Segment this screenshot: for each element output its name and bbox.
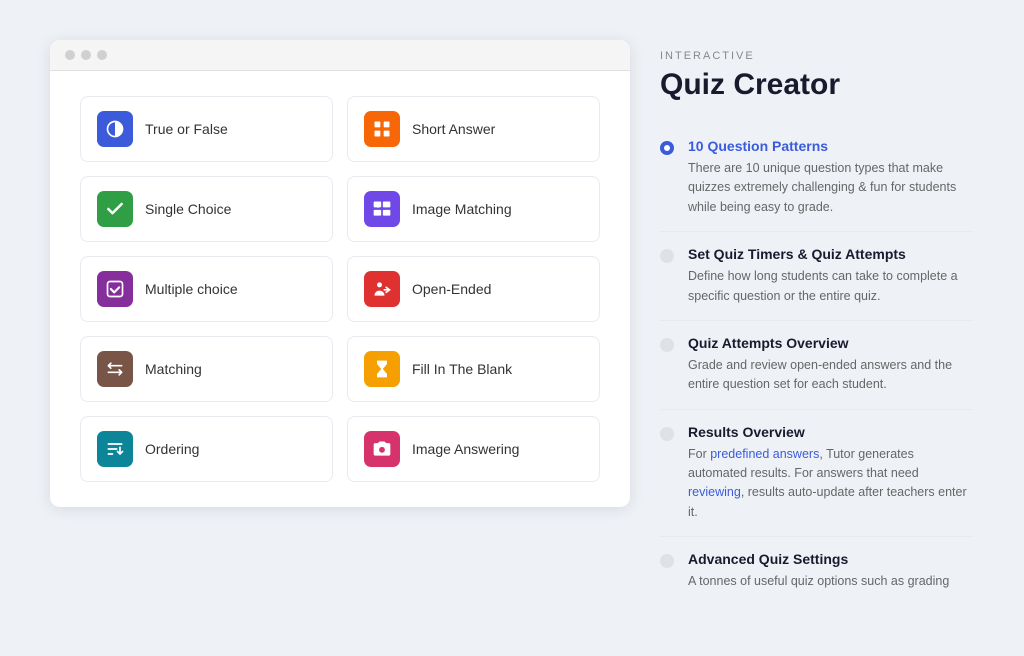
quiz-item-label-image-answering: Image Answering [412,441,519,457]
quiz-item-label-true-or-false: True or False [145,121,228,137]
quiz-item-fill-in-blank[interactable]: Fill In The Blank [347,336,600,402]
quiz-item-label-ordering: Ordering [145,441,199,457]
browser-dot-2 [81,50,91,60]
feature-heading-quiz-timers: Set Quiz Timers & Quiz Attempts [688,246,974,262]
quiz-icon-image-matching [364,191,400,227]
feature-heading-quiz-attempts-overview: Quiz Attempts Overview [688,335,974,351]
quiz-item-short-answer[interactable]: Short Answer [347,96,600,162]
feature-item-question-patterns[interactable]: 10 Question Patterns There are 10 unique… [660,124,974,232]
quiz-item-ordering[interactable]: Ordering [80,416,333,482]
browser-dot-3 [97,50,107,60]
feature-desc-question-patterns: There are 10 unique question types that … [688,159,974,217]
feature-dot-col [660,424,674,523]
feature-heading-results-overview: Results Overview [688,424,974,440]
quiz-icon-multiple-choice [97,271,133,307]
feature-content-advanced-quiz-settings: Advanced Quiz Settings A tonnes of usefu… [688,551,949,591]
quiz-item-label-single-choice: Single Choice [145,201,231,217]
feature-item-results-overview[interactable]: Results Overview For predefined answers,… [660,410,974,538]
quiz-icon-single-choice [97,191,133,227]
feature-content-quiz-timers: Set Quiz Timers & Quiz Attempts Define h… [688,246,974,306]
feature-dot-quiz-attempts-overview [660,338,674,352]
quiz-icon-image-answering [364,431,400,467]
quiz-icon-open-ended [364,271,400,307]
quiz-item-matching[interactable]: Matching [80,336,333,402]
info-panel: INTERACTIVE Quiz Creator 10 Question Pat… [660,40,974,616]
quiz-icon-short-answer [364,111,400,147]
feature-item-quiz-attempts-overview[interactable]: Quiz Attempts Overview Grade and review … [660,321,974,410]
quiz-item-single-choice[interactable]: Single Choice [80,176,333,242]
feature-desc-quiz-timers: Define how long students can take to com… [688,267,974,306]
feature-dot-quiz-timers [660,249,674,263]
quiz-icon-fill-in-blank [364,351,400,387]
quiz-item-image-matching[interactable]: Image Matching [347,176,600,242]
feature-list: 10 Question Patterns There are 10 unique… [660,124,974,606]
feature-dot-col [660,138,674,217]
browser-panel: True or False Short Answer Single Choice… [50,40,630,507]
feature-dot-advanced-quiz-settings [660,554,674,568]
quiz-icon-ordering [97,431,133,467]
feature-item-advanced-quiz-settings[interactable]: Advanced Quiz Settings A tonnes of usefu… [660,537,974,605]
feature-dot-question-patterns [660,141,674,155]
info-title: Quiz Creator [660,68,974,102]
feature-heading-advanced-quiz-settings: Advanced Quiz Settings [688,551,949,567]
feature-desc-quiz-attempts-overview: Grade and review open-ended answers and … [688,356,974,395]
quiz-item-label-fill-in-blank: Fill In The Blank [412,361,512,377]
feature-desc-advanced-quiz-settings: A tonnes of useful quiz options such as … [688,572,949,591]
quiz-item-image-answering[interactable]: Image Answering [347,416,600,482]
quiz-icon-true-or-false [97,111,133,147]
quiz-item-label-open-ended: Open-Ended [412,281,491,297]
quiz-icon-matching [97,351,133,387]
quiz-item-label-multiple-choice: Multiple choice [145,281,238,297]
quiz-grid: True or False Short Answer Single Choice… [50,71,630,507]
feature-content-results-overview: Results Overview For predefined answers,… [688,424,974,523]
browser-dot-1 [65,50,75,60]
feature-dot-col [660,246,674,306]
quiz-item-true-or-false[interactable]: True or False [80,96,333,162]
feature-content-quiz-attempts-overview: Quiz Attempts Overview Grade and review … [688,335,974,395]
quiz-item-label-matching: Matching [145,361,202,377]
page-container: True or False Short Answer Single Choice… [20,20,1004,636]
feature-dot-col [660,335,674,395]
feature-heading-question-patterns: 10 Question Patterns [688,138,974,154]
feature-content-question-patterns: 10 Question Patterns There are 10 unique… [688,138,974,217]
quiz-item-multiple-choice[interactable]: Multiple choice [80,256,333,322]
feature-dot-results-overview [660,427,674,441]
feature-desc-results-overview: For predefined answers, Tutor generates … [688,445,974,523]
feature-dot-col [660,551,674,591]
browser-bar [50,40,630,71]
quiz-item-open-ended[interactable]: Open-Ended [347,256,600,322]
quiz-item-label-short-answer: Short Answer [412,121,495,137]
info-label: INTERACTIVE [660,50,974,62]
quiz-item-label-image-matching: Image Matching [412,201,512,217]
feature-item-quiz-timers[interactable]: Set Quiz Timers & Quiz Attempts Define h… [660,232,974,321]
